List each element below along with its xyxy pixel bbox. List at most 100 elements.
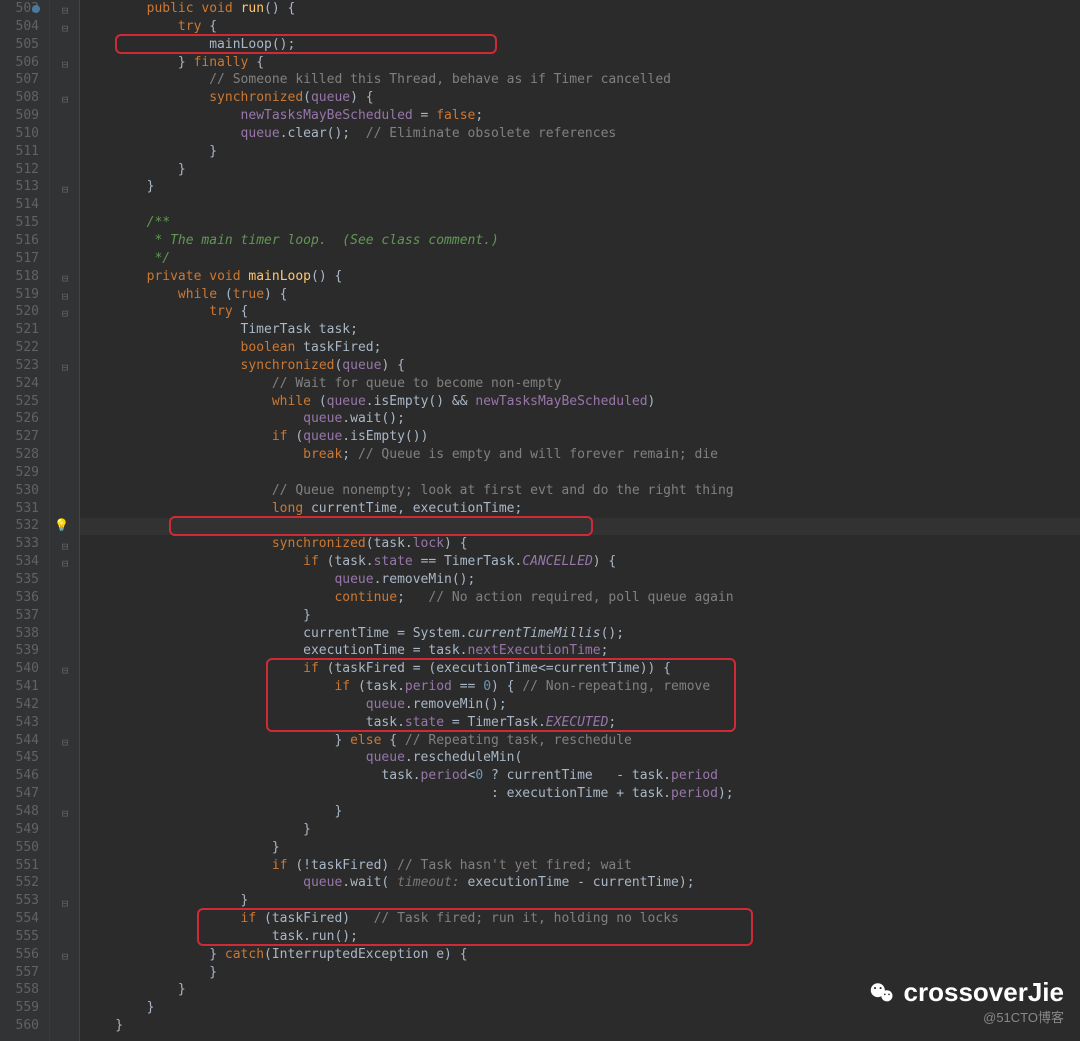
code-line[interactable]: newTasksMayBeScheduled = false; (84, 107, 1080, 125)
code-line[interactable]: // Someone killed this Thread, behave as… (84, 71, 1080, 89)
code-line[interactable]: } (84, 821, 1080, 839)
code-line[interactable]: task.run(); (84, 928, 1080, 946)
line-number[interactable]: 519 (0, 286, 39, 304)
fold-toggle-icon[interactable]: ⊟ (50, 2, 80, 20)
line-number[interactable]: 557 (0, 964, 39, 982)
line-number[interactable]: 560 (0, 1017, 39, 1035)
line-number[interactable]: 539 (0, 642, 39, 660)
code-line[interactable]: if (taskFired) // Task fired; run it, ho… (84, 910, 1080, 928)
fold-toggle-icon[interactable]: ⊟ (50, 56, 80, 74)
line-number[interactable]: 542 (0, 696, 39, 714)
line-number[interactable]: 552 (0, 874, 39, 892)
code-line[interactable]: */ (84, 250, 1080, 268)
code-line[interactable]: synchronized(task.lock) { (84, 535, 1080, 553)
code-line[interactable]: public void run() { (84, 0, 1080, 18)
code-line[interactable]: mainLoop(); (84, 36, 1080, 54)
line-number[interactable]: 521 (0, 321, 39, 339)
line-number[interactable]: 549 (0, 821, 39, 839)
line-number[interactable]: 535 (0, 571, 39, 589)
code-line[interactable]: : executionTime + task.period); (84, 785, 1080, 803)
line-number[interactable]: 551 (0, 857, 39, 875)
code-line[interactable]: } finally { (84, 54, 1080, 72)
fold-toggle-icon[interactable]: ⊟ (50, 734, 80, 752)
line-number[interactable]: 512 (0, 161, 39, 179)
line-number[interactable]: 534 (0, 553, 39, 571)
code-line[interactable]: while (true) { (84, 286, 1080, 304)
fold-toggle-icon[interactable]: ⊟ (50, 20, 80, 38)
fold-toggle-icon[interactable]: ⊟ (50, 555, 80, 573)
line-number[interactable]: 518 (0, 268, 39, 286)
code-line[interactable]: try { (84, 303, 1080, 321)
line-number[interactable]: 527 (0, 428, 39, 446)
line-number[interactable]: 529 (0, 464, 39, 482)
code-line[interactable]: queue.removeMin(); (84, 571, 1080, 589)
line-number[interactable]: 520 (0, 303, 39, 321)
code-line[interactable]: } else { // Repeating task, reschedule (84, 732, 1080, 750)
line-number[interactable]: 525 (0, 393, 39, 411)
code-line[interactable]: } (84, 803, 1080, 821)
line-number[interactable]: 553 (0, 892, 39, 910)
code-line[interactable]: if (taskFired = (executionTime<=currentT… (84, 660, 1080, 678)
line-number[interactable]: 533 (0, 535, 39, 553)
code-line[interactable]: task.period<0 ? currentTime - task.perio… (84, 767, 1080, 785)
fold-toggle-icon[interactable]: ⊟ (50, 805, 80, 823)
line-number[interactable]: 550 (0, 839, 39, 857)
code-line[interactable] (84, 464, 1080, 482)
fold-toggle-icon[interactable]: ⊟ (50, 359, 80, 377)
code-line[interactable]: try { (84, 18, 1080, 36)
line-number[interactable]: 554 (0, 910, 39, 928)
code-line[interactable] (84, 196, 1080, 214)
line-number[interactable]: 531 (0, 500, 39, 518)
code-line[interactable]: if (!taskFired) // Task hasn't yet fired… (84, 857, 1080, 875)
line-number[interactable]: 528 (0, 446, 39, 464)
line-number[interactable]: 532 (0, 517, 39, 535)
code-line[interactable]: boolean taskFired; (84, 339, 1080, 357)
line-number[interactable]: 558 (0, 981, 39, 999)
code-line[interactable]: } (84, 161, 1080, 179)
code-line[interactable]: synchronized(queue) { (84, 89, 1080, 107)
fold-toggle-icon[interactable]: ⊟ (50, 662, 80, 680)
line-number[interactable]: 547 (0, 785, 39, 803)
code-line[interactable]: synchronized(queue) { (84, 357, 1080, 375)
code-line[interactable]: private void mainLoop() { (84, 268, 1080, 286)
line-number[interactable]: 522 (0, 339, 39, 357)
code-line[interactable]: } (84, 839, 1080, 857)
line-number[interactable]: 548 (0, 803, 39, 821)
line-number[interactable]: 543 (0, 714, 39, 732)
line-number[interactable]: 508 (0, 89, 39, 107)
fold-toggle-icon[interactable]: ⊟ (50, 181, 80, 199)
code-line[interactable]: } (84, 178, 1080, 196)
line-number[interactable]: 544 (0, 732, 39, 750)
line-number-gutter[interactable]: 5035045055065075085095105115125135145155… (0, 0, 50, 1041)
fold-toggle-icon[interactable]: ⊟ (50, 305, 80, 323)
code-line[interactable]: queue.clear(); // Eliminate obsolete ref… (84, 125, 1080, 143)
line-number[interactable]: 559 (0, 999, 39, 1017)
intention-bulb-icon[interactable]: 💡 (54, 517, 69, 535)
fold-toggle-icon[interactable]: ⊟ (50, 895, 80, 913)
line-number[interactable]: 545 (0, 749, 39, 767)
fold-toggle-icon[interactable]: ⊟ (50, 270, 80, 288)
code-line[interactable]: if (task.period == 0) { // Non-repeating… (84, 678, 1080, 696)
code-line[interactable]: /** (84, 214, 1080, 232)
line-number[interactable]: 536 (0, 589, 39, 607)
line-number[interactable]: 505 (0, 36, 39, 54)
line-number[interactable]: 504 (0, 18, 39, 36)
code-line[interactable]: executionTime = task.nextExecutionTime; (84, 642, 1080, 660)
fold-toggle-icon[interactable]: ⊟ (50, 288, 80, 306)
line-number[interactable]: 556 (0, 946, 39, 964)
line-number[interactable]: 540 (0, 660, 39, 678)
code-line[interactable]: } catch(InterruptedException e) { (84, 946, 1080, 964)
code-line[interactable]: } (84, 607, 1080, 625)
line-number[interactable]: 538 (0, 625, 39, 643)
line-number[interactable]: 506 (0, 54, 39, 72)
line-number[interactable]: 507 (0, 71, 39, 89)
line-number[interactable]: 546 (0, 767, 39, 785)
code-line[interactable]: break; // Queue is empty and will foreve… (84, 446, 1080, 464)
line-number[interactable]: 516 (0, 232, 39, 250)
code-line[interactable]: while (queue.isEmpty() && newTasksMayBeS… (84, 393, 1080, 411)
code-line[interactable]: queue.removeMin(); (84, 696, 1080, 714)
code-line[interactable]: queue.wait(); (84, 410, 1080, 428)
line-number[interactable]: 509 (0, 107, 39, 125)
fold-toggle-icon[interactable]: ⊟ (50, 948, 80, 966)
line-number[interactable]: 524 (0, 375, 39, 393)
